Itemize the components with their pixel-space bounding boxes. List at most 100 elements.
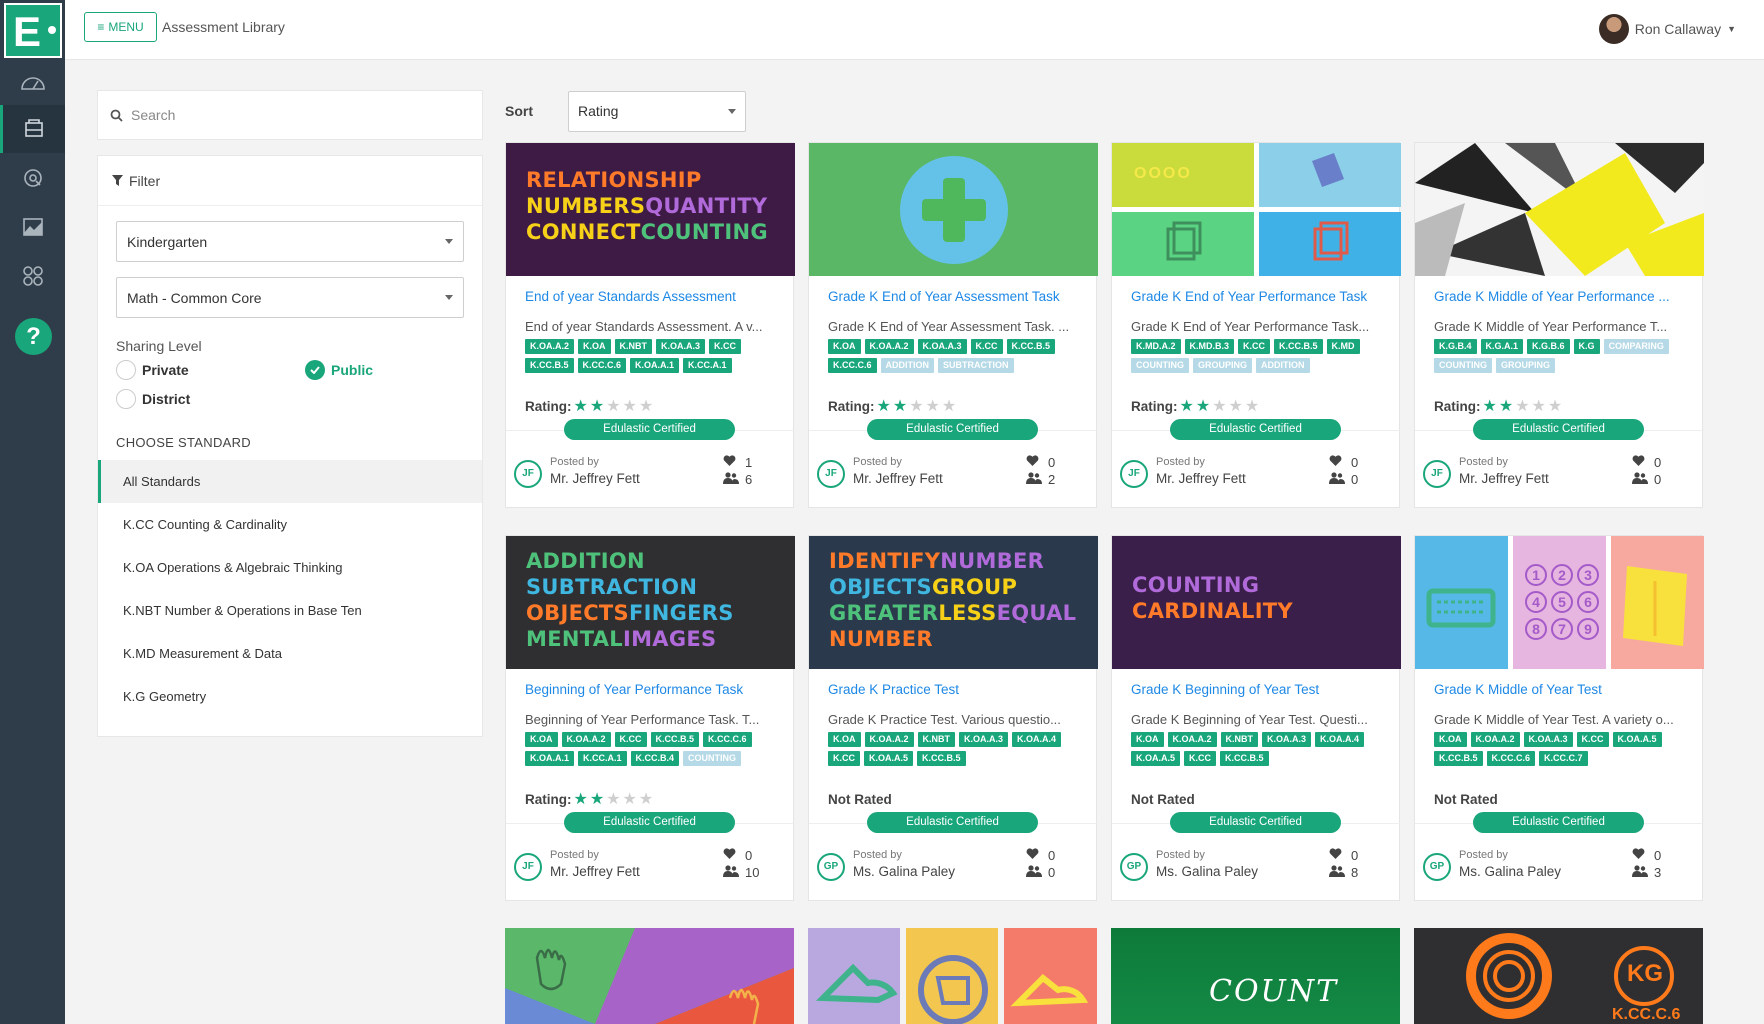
help-icon[interactable]: ?	[15, 318, 52, 355]
standard-item[interactable]: K.NBT Number & Operations in Base Ten	[98, 589, 482, 632]
standard-tag[interactable]: K.OA.A.3	[1523, 732, 1573, 747]
standard-tag[interactable]: K.OA.A.3	[1262, 732, 1312, 747]
standard-tag[interactable]: K.OA.A.1	[630, 358, 680, 373]
heart-icon[interactable]	[723, 848, 745, 863]
standard-tag[interactable]: K.OA	[1131, 732, 1164, 747]
card-thumbnail[interactable]: RELATIONSHIP NUMBERSQUANTITY CONNECTCOUNTI…	[506, 143, 795, 276]
card-title[interactable]: Grade K Middle of Year Test	[1434, 682, 1694, 697]
card-thumbnail[interactable]: IDENTIFYNUMBER OBJECTSGROUP GREATERLESSEQU…	[809, 536, 1098, 669]
card-title[interactable]: Beginning of Year Performance Task	[525, 682, 785, 697]
standard-tag[interactable]: K.OA.A.1	[525, 751, 575, 766]
radio-district[interactable]: District	[116, 389, 305, 409]
standard-tag[interactable]: K.CC	[1576, 732, 1609, 747]
heart-icon[interactable]	[1026, 455, 1048, 470]
standard-tag[interactable]: K.CC.A.1	[578, 751, 627, 766]
edulastic-logo[interactable]: E	[4, 3, 62, 58]
topic-tag[interactable]: COMPARING	[1603, 339, 1669, 354]
radio-private[interactable]: Private	[116, 360, 305, 380]
assessment-card[interactable]: ADDITION SUBTRACTION OBJECTSFINGERS MENTALI…	[505, 535, 795, 901]
standard-tag[interactable]: K.OA.A.5	[864, 751, 914, 766]
standard-tag[interactable]: K.G.B.4	[1434, 339, 1477, 354]
standard-tag[interactable]: K.CC.B.5	[917, 751, 966, 766]
user-menu[interactable]: Ron Callaway ▼	[1598, 14, 1736, 44]
standard-item[interactable]: K.MD Measurement & Data	[98, 632, 482, 675]
standard-tag[interactable]: K.OA	[828, 732, 861, 747]
standard-item[interactable]: K.OA Operations & Algebraic Thinking	[98, 546, 482, 589]
standard-tag[interactable]: K.NBT	[1220, 732, 1259, 747]
topic-tag[interactable]: COUNTING	[1434, 358, 1492, 373]
topic-tag[interactable]: SUBTRACTION	[938, 358, 1014, 373]
standard-tag[interactable]: K.OA.A.3	[917, 339, 967, 354]
card-title[interactable]: Grade K End of Year Performance Task	[1131, 289, 1391, 304]
search-input[interactable]: Search	[97, 90, 483, 140]
standard-tag[interactable]: K.CC.B.5	[1220, 751, 1269, 766]
assessment-card[interactable]: IDENTIFYNUMBER OBJECTSGROUP GREATERLESSEQU…	[808, 535, 1098, 901]
standard-tag[interactable]: K.CC.B.5	[1274, 339, 1323, 354]
heart-icon[interactable]	[723, 455, 745, 470]
standard-tag[interactable]: K.OA.A.2	[525, 339, 575, 354]
assessment-card[interactable]: RELATIONSHIP NUMBERSQUANTITY CONNECTCOUNTI…	[505, 142, 795, 508]
standard-tag[interactable]: K.CC.C.6	[828, 358, 877, 373]
standard-tag[interactable]: K.CC	[1238, 339, 1271, 354]
standard-tag[interactable]: K.OA.A.4	[1012, 732, 1062, 747]
standard-tag[interactable]: K.CC.C.6	[577, 358, 627, 373]
card-thumbnail[interactable]: COUNTING CARDINALITY	[1112, 536, 1401, 669]
card-thumbnail[interactable]: OOOO	[1112, 143, 1401, 276]
heart-icon[interactable]	[1632, 455, 1654, 470]
row3-card-4[interactable]: KG K.CC.C.6	[1414, 928, 1703, 1024]
assessment-card[interactable]: 1 2 3 4 5 6 8 7 9 Grade K Middle of Year Test Grad…	[1414, 535, 1704, 901]
topic-tag[interactable]: COUNTING	[1131, 358, 1189, 373]
apps-icon[interactable]	[0, 252, 65, 300]
standard-tag[interactable]: K.CC	[828, 751, 860, 766]
standard-item[interactable]: K.CC Counting & Cardinality	[98, 503, 482, 546]
card-thumbnail[interactable]: ADDITION SUBTRACTION OBJECTSFINGERS MENTALI…	[506, 536, 795, 669]
standard-tag[interactable]: K.CC	[614, 732, 647, 747]
grade-select[interactable]: Kindergarten	[116, 221, 464, 262]
standard-tag[interactable]: K.NBT	[917, 732, 956, 747]
standard-tag[interactable]: K.OA.A.5	[1131, 751, 1181, 766]
standard-tag[interactable]: K.OA.A.3	[959, 732, 1009, 747]
heart-icon[interactable]	[1632, 848, 1654, 863]
card-thumbnail[interactable]	[1415, 143, 1704, 276]
standard-tag[interactable]: K.OA.A.2	[1470, 732, 1520, 747]
standard-tag[interactable]: K.G.B.6	[1527, 339, 1570, 354]
standard-tag[interactable]: K.OA.A.2	[1167, 732, 1217, 747]
topic-tag[interactable]: GROUPING	[1193, 358, 1253, 373]
standard-tag[interactable]: K.OA.A.2	[561, 732, 611, 747]
topic-tag[interactable]: COUNTING	[683, 751, 742, 766]
reports-icon[interactable]	[0, 203, 65, 251]
standard-tag[interactable]: K.CC.B.4	[630, 751, 680, 766]
standard-tag[interactable]: K.OA	[525, 732, 558, 747]
dashboard-icon[interactable]	[0, 58, 65, 106]
standard-tag[interactable]: K.OA.A.2	[864, 732, 914, 747]
row3-card-1[interactable]	[505, 928, 794, 1024]
card-title[interactable]: Grade K End of Year Assessment Task	[828, 289, 1088, 304]
standard-item[interactable]: K.G Geometry	[98, 675, 482, 718]
standard-tag[interactable]: K.NBT	[614, 339, 653, 354]
assessment-card[interactable]: Grade K Middle of Year Performance ... Gr…	[1414, 142, 1704, 508]
standard-tag[interactable]: K.MD.B.3	[1184, 339, 1235, 354]
subject-select[interactable]: Math - Common Core	[116, 277, 464, 318]
standard-tag[interactable]: K.OA.A.3	[656, 339, 706, 354]
card-thumbnail[interactable]	[809, 143, 1098, 276]
standard-tag[interactable]: K.CC.B.5	[1006, 339, 1056, 354]
standard-tag[interactable]: K.CC.C.6	[1486, 751, 1536, 766]
card-title[interactable]: Grade K Middle of Year Performance ...	[1434, 289, 1694, 304]
standard-tag[interactable]: K.CC.B.5	[650, 732, 700, 747]
topic-tag[interactable]: ADDITION	[1256, 358, 1310, 373]
topic-tag[interactable]: ADDITION	[880, 358, 935, 373]
standard-tag[interactable]: K.CC.A.1	[683, 358, 732, 373]
standard-tag[interactable]: K.CC.B.5	[525, 358, 574, 373]
standard-tag[interactable]: K.CC	[1184, 751, 1217, 766]
standard-tag[interactable]: K.OA.A.5	[1612, 732, 1662, 747]
standard-tag[interactable]: K.MD.A.2	[1131, 339, 1181, 354]
card-title[interactable]: Grade K Practice Test	[828, 682, 1088, 697]
radio-public[interactable]: Public	[305, 360, 465, 380]
standard-tag[interactable]: K.G.A.1	[1480, 339, 1524, 354]
standard-item[interactable]: All Standards	[98, 460, 482, 503]
standard-tag[interactable]: K.OA	[828, 339, 861, 354]
sort-select[interactable]: Rating	[568, 90, 746, 132]
library-icon[interactable]	[0, 105, 65, 153]
heart-icon[interactable]	[1026, 848, 1048, 863]
standard-tag[interactable]: K.OA.A.4	[1315, 732, 1365, 747]
